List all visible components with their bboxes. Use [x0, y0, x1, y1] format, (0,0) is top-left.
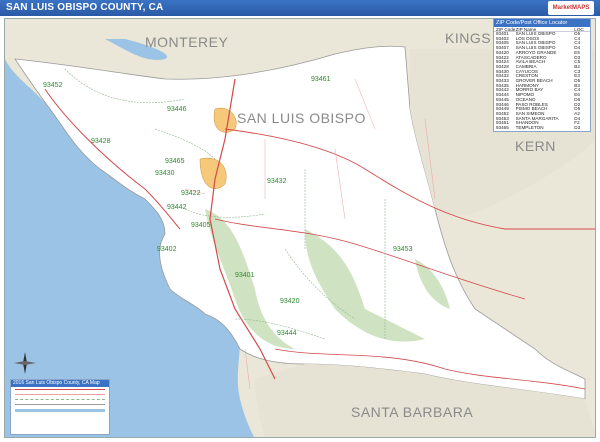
title-bar: SAN LUIS OBISPO COUNTY, CA MarketMAPS — [0, 0, 600, 16]
zip-label: 93420 — [280, 298, 300, 305]
zip-label: 93453 — [393, 246, 413, 253]
county-label-kern: KERN — [515, 138, 556, 154]
zip-locator-legend: ZIP Code/Post Office Locator ZIP Code ZI… — [493, 18, 591, 132]
zip-label: 93442 — [167, 204, 187, 211]
zip-label: 93402 — [157, 246, 177, 253]
key-line-highway — [15, 389, 105, 392]
compass-rose-icon — [14, 352, 36, 374]
zip-label: 93428 — [91, 138, 111, 145]
map-title: SAN LUIS OBISPO COUNTY, CA — [6, 2, 164, 13]
county-label-slo: SAN LUIS OBISPO — [237, 110, 366, 126]
county-label-monterey: MONTEREY — [145, 34, 229, 50]
zip-label: 93446 — [167, 106, 187, 113]
key-line-zip-boundary — [15, 399, 105, 402]
legend-header: ZIP Code/Post Office Locator — [494, 19, 590, 27]
county-label-santa-barbara: SANTA BARBARA — [351, 404, 473, 420]
zip-label: 93432 — [267, 178, 287, 185]
legend-zip: 93465 — [496, 125, 509, 131]
zip-label: 93461 — [311, 76, 331, 83]
map-key-title: 2016 San Luis Obispo County, CA Map — [11, 380, 109, 387]
key-line-county-boundary — [15, 404, 105, 407]
zip-label: 93452 — [43, 82, 63, 89]
zip-label: 93444 — [277, 330, 297, 337]
key-line-road — [15, 394, 105, 397]
zip-label: 93401 — [235, 272, 255, 279]
key-line-water — [15, 409, 105, 412]
county-label-kings: KINGS — [445, 30, 491, 46]
map-key: 2016 San Luis Obispo County, CA Map — [10, 379, 110, 435]
zip-label: 93430 — [155, 170, 175, 177]
zip-label: 93405 — [191, 222, 211, 229]
zip-label: 93422 — [181, 190, 201, 197]
legend-rows: 93401 SAN LUIS OBISPO D5 93402 LOS OSOS C4 934… — [494, 31, 590, 131]
legend-row: 93465 TEMPLETON D3 — [494, 125, 590, 131]
legend-loc: D3 — [574, 125, 581, 131]
legend-place: TEMPLETON — [515, 125, 544, 131]
brand-logo: MarketMAPS — [548, 1, 594, 15]
zip-label: 93465 — [165, 158, 185, 165]
